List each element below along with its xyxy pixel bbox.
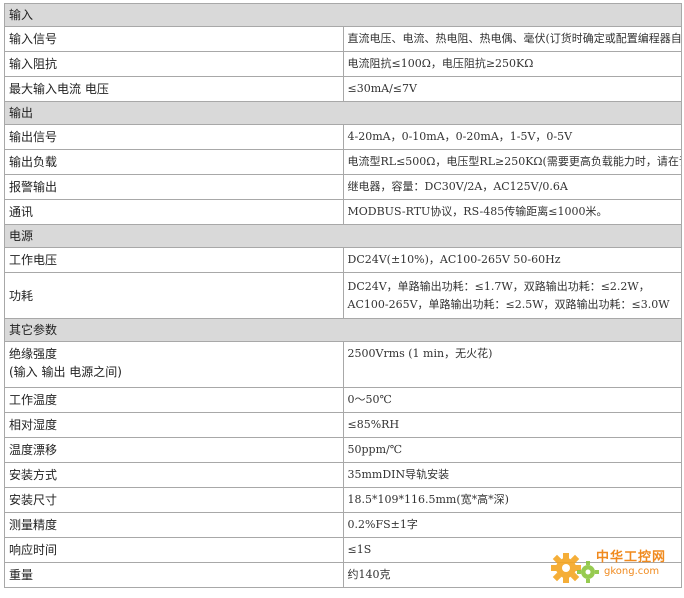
table-row: 绝缘强度 (输入 输出 电源之间) 2500Vrms (1 min，无火花) — [4, 341, 682, 388]
row-value: DC24V(±10%)，AC100-265V 50-60Hz — [342, 247, 682, 273]
table-row: 安装方式 35mmDIN导轨安装 — [4, 462, 682, 488]
table-row: 相对湿度 ≤85%RH — [4, 412, 682, 438]
table-row: 功耗 DC24V，单路输出功耗：≤1.7W，双路输出功耗：≤2.2W， AC10… — [4, 272, 682, 319]
table-row: 工作温度 0～50℃ — [4, 387, 682, 413]
row-value: ≤30mA/≤7V — [342, 76, 682, 102]
row-label: 响应时间 — [4, 537, 344, 563]
row-value: MODBUS-RTU协议，RS-485传输距离≤1000米。 — [342, 199, 682, 225]
section-header-output: 输出 — [4, 101, 682, 125]
row-value-multiline: DC24V，单路输出功耗：≤1.7W，双路输出功耗：≤2.2W， AC100-2… — [342, 272, 682, 319]
table-row: 温度漂移 50ppm/℃ — [4, 437, 682, 463]
row-label: 输入阻抗 — [4, 51, 344, 77]
row-label: 报警输出 — [4, 174, 344, 200]
section-header-power: 电源 — [4, 224, 682, 248]
row-value: ≤85%RH — [342, 412, 682, 438]
row-value: 2500Vrms (1 min，无火花) — [342, 341, 682, 388]
row-value: 4-20mA，0-10mA，0-20mA，1-5V，0-5V — [342, 124, 682, 150]
table-row: 输入信号 直流电压、电流、热电阻、热电偶、毫伏(订货时确定或配置编程器自行编程) — [4, 26, 682, 52]
table-row: 工作电压 DC24V(±10%)，AC100-265V 50-60Hz — [4, 247, 682, 273]
row-value: 0～50℃ — [342, 387, 682, 413]
row-label: 工作电压 — [4, 247, 344, 273]
row-value: 约140克 — [342, 562, 682, 588]
section-title: 电源 — [4, 224, 682, 248]
row-value: 继电器，容量：DC30V/2A，AC125V/0.6A — [342, 174, 682, 200]
row-value: 电流型RL≤500Ω，电压型RL≥250KΩ(需要更高负载能力时，请在订货时说明… — [342, 149, 682, 175]
row-label: 测量精度 — [4, 512, 344, 538]
spec-table: 输入 输入信号 直流电压、电流、热电阻、热电偶、毫伏(订货时确定或配置编程器自行… — [4, 3, 682, 588]
row-value: 直流电压、电流、热电阻、热电偶、毫伏(订货时确定或配置编程器自行编程) — [342, 26, 682, 52]
row-label: 相对湿度 — [4, 412, 344, 438]
row-label: 最大输入电流 电压 — [4, 76, 344, 102]
row-label: 安装方式 — [4, 462, 344, 488]
table-row: 测量精度 0.2%FS±1字 — [4, 512, 682, 538]
table-row: 重量 约140克 — [4, 562, 682, 588]
table-row: 输出负载 电流型RL≤500Ω，电压型RL≥250KΩ(需要更高负载能力时，请在… — [4, 149, 682, 175]
row-label: 工作温度 — [4, 387, 344, 413]
row-label: 输入信号 — [4, 26, 344, 52]
table-row: 最大输入电流 电压 ≤30mA/≤7V — [4, 76, 682, 102]
row-label: 输出负载 — [4, 149, 344, 175]
row-label: 功耗 — [4, 272, 344, 319]
section-title: 输出 — [4, 101, 682, 125]
table-row: 输出信号 4-20mA，0-10mA，0-20mA，1-5V，0-5V — [4, 124, 682, 150]
table-row: 输入阻抗 电流阻抗≤100Ω，电压阻抗≥250KΩ — [4, 51, 682, 77]
row-label: 温度漂移 — [4, 437, 344, 463]
row-value: 50ppm/℃ — [342, 437, 682, 463]
value-line: AC100-265V，单路输出功耗：≤2.5W，双路输出功耗：≤3.0W — [347, 297, 670, 311]
row-label: 重量 — [4, 562, 344, 588]
section-header-other: 其它参数 — [4, 318, 682, 342]
row-label: 输出信号 — [4, 124, 344, 150]
row-value: 电流阻抗≤100Ω，电压阻抗≥250KΩ — [342, 51, 682, 77]
section-title: 输入 — [4, 3, 682, 27]
row-label: 安装尺寸 — [4, 487, 344, 513]
value-line: DC24V，单路输出功耗：≤1.7W，双路输出功耗：≤2.2W， — [347, 279, 650, 293]
label-line: 绝缘强度 — [9, 347, 58, 361]
row-label: 通讯 — [4, 199, 344, 225]
table-row: 安装尺寸 18.5*109*116.5mm(宽*高*深) — [4, 487, 682, 513]
label-line: (输入 输出 电源之间) — [9, 365, 122, 379]
row-value: ≤1S — [342, 537, 682, 563]
row-value: 0.2%FS±1字 — [342, 512, 682, 538]
row-value: 18.5*109*116.5mm(宽*高*深) — [342, 487, 682, 513]
table-row: 响应时间 ≤1S — [4, 537, 682, 563]
section-header-input: 输入 — [4, 3, 682, 27]
table-row: 报警输出 继电器，容量：DC30V/2A，AC125V/0.6A — [4, 174, 682, 200]
row-label-multiline: 绝缘强度 (输入 输出 电源之间) — [4, 341, 344, 388]
row-value: 35mmDIN导轨安装 — [342, 462, 682, 488]
section-title: 其它参数 — [4, 318, 682, 342]
table-row: 通讯 MODBUS-RTU协议，RS-485传输距离≤1000米。 — [4, 199, 682, 225]
